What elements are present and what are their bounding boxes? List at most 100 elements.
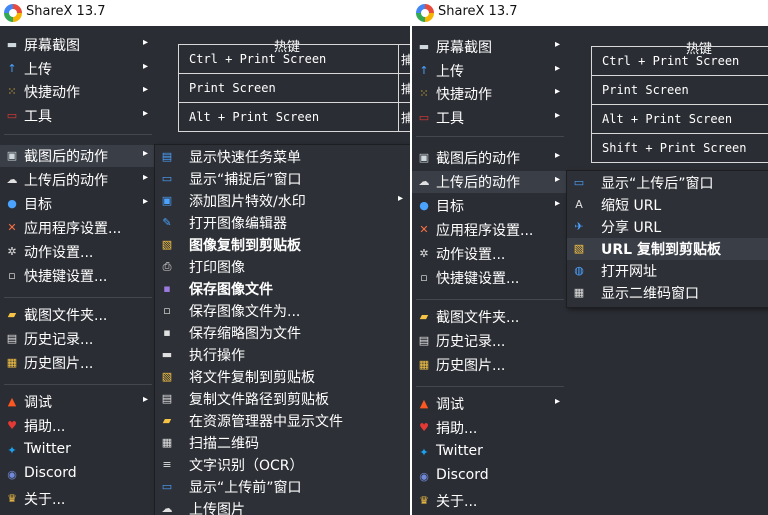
menu-item-label: 历史记录...: [24, 332, 94, 348]
twitter-icon: ✦: [419, 446, 429, 459]
submenu-item[interactable]: ☁ 上传图片: [155, 498, 410, 515]
menu-item-image-action[interactable]: ▣ 截图后的动作 ▸: [412, 147, 568, 169]
chevron-right-icon: ▸: [143, 37, 149, 48]
menu-item-crown[interactable]: ♛ 关于...: [0, 488, 156, 510]
menu-item-label: 上传: [24, 62, 52, 78]
menu-item-folder[interactable]: ▰ 截图文件夹...: [0, 304, 156, 326]
submenu-item[interactable]: ▪ 保存图像文件: [155, 278, 410, 300]
menu-item-history[interactable]: ▤ 历史记录...: [412, 330, 568, 352]
menu-item-target-person[interactable]: ● 目标 ▸: [412, 195, 568, 217]
menu-item-cloud-upload[interactable]: ☁ 上传后的动作 ▸: [0, 169, 156, 191]
submenu-item[interactable]: ▣ 添加图片特效/水印 ▸: [155, 190, 410, 212]
submenu-item[interactable]: ≡ 文字识别（OCR）: [155, 454, 410, 476]
submenu-item[interactable]: ✈ 分享 URL: [567, 216, 768, 238]
menu-item-toolbox[interactable]: ▭ 工具 ▸: [412, 107, 568, 129]
submenu-item[interactable]: ▦ 扫描二维码: [155, 432, 410, 454]
menu-item-label: Discord: [436, 467, 489, 483]
menu-item-label: 执行操作: [189, 348, 245, 364]
menu-item-image-history[interactable]: ▦ 历史图片...: [0, 352, 156, 374]
menu-item-heart[interactable]: ♥ 捐助...: [0, 415, 156, 437]
menu-item-monitor[interactable]: ▬ 屏幕截图 ▸: [0, 34, 156, 56]
hotkey-row[interactable]: Print Screen捕: [178, 73, 410, 103]
menu-item-gear[interactable]: ✲ 动作设置...: [412, 243, 568, 265]
submenu-item[interactable]: ▤ 复制文件路径到剪贴板: [155, 388, 410, 410]
heart-icon: ♥: [419, 421, 429, 434]
submenu-item[interactable]: ▦ 显示二维码窗口: [567, 282, 768, 304]
menu-item-twitter[interactable]: ✦ Twitter: [412, 442, 568, 464]
title-bar: ShareX 13.7: [412, 0, 768, 26]
menu-item-folder[interactable]: ▰ 截图文件夹...: [412, 306, 568, 328]
hotkey-row[interactable]: Ctrl + Print Screen: [591, 46, 768, 76]
sharex-window-right: ShareX 13.7 热键 Ctrl + Print Screen Print…: [412, 0, 768, 515]
menu-item-wrench-screwdriver[interactable]: ✕ 应用程序设置...: [412, 219, 568, 241]
clipboard-url-icon: ▧: [573, 242, 585, 255]
menu-item-crown[interactable]: ♛ 关于...: [412, 490, 568, 512]
submenu-item[interactable]: ▪ 保存缩略图为文件: [155, 322, 410, 344]
window-icon: ▭: [161, 172, 173, 185]
menu-item-label: 显示“上传前”窗口: [189, 480, 302, 496]
menu-item-discord[interactable]: ◉ Discord: [0, 464, 156, 486]
menu-item-history[interactable]: ▤ 历史记录...: [0, 328, 156, 350]
menu-item-discord[interactable]: ◉ Discord: [412, 466, 568, 488]
hotkey-row[interactable]: Print Screen: [591, 75, 768, 105]
menu-item-grid-dots[interactable]: ⁙ 快捷动作 ▸: [0, 81, 156, 103]
menu-item-target-person[interactable]: ● 目标 ▸: [0, 193, 156, 215]
menu-item-monitor[interactable]: ▬ 屏幕截图 ▸: [412, 36, 568, 58]
chevron-right-icon: ▸: [555, 174, 561, 185]
submenu-item[interactable]: ◍ 打开网址: [567, 260, 768, 282]
submenu-item[interactable]: ▧ 图像复制到剪贴板: [155, 234, 410, 256]
menu-item-cone[interactable]: ▲ 调试 ▸: [0, 391, 156, 413]
menu-item-label: 捐助...: [24, 419, 66, 435]
menu-item-image-history[interactable]: ▦ 历史图片...: [412, 354, 568, 376]
hotkeys-table: Ctrl + Print Screen捕 Print Screen捕 Alt +…: [178, 44, 410, 132]
menu-item-upload-arrow[interactable]: ↑ 上传 ▸: [0, 58, 156, 80]
menu-item-label: 上传图片: [189, 502, 245, 515]
menu-item-twitter[interactable]: ✦ Twitter: [0, 440, 156, 462]
menu-item-heart[interactable]: ♥ 捐助...: [412, 417, 568, 439]
menu-item-label: 快捷键设置...: [436, 271, 520, 287]
submenu-item[interactable]: ▧ URL 复制到剪贴板: [567, 238, 768, 260]
cloud-upload-icon: ☁: [161, 502, 173, 515]
menu-item-wrench-screwdriver[interactable]: ✕ 应用程序设置...: [0, 217, 156, 239]
menu-item-keyboard[interactable]: ▫ 快捷键设置...: [412, 267, 568, 289]
menu-item-label: 显示“上传后”窗口: [601, 176, 714, 192]
submenu-item[interactable]: ▫ 保存图像文件为...: [155, 300, 410, 322]
image-action-icon: ▣: [418, 151, 430, 164]
menu-item-image-action[interactable]: ▣ 截图后的动作 ▸: [0, 145, 156, 167]
hotkey-row[interactable]: Ctrl + Print Screen捕: [178, 44, 410, 74]
menu-item-label: 截图后的动作: [24, 149, 108, 165]
submenu-item[interactable]: ⎙ 打印图像: [155, 256, 410, 278]
hotkey-row[interactable]: Shift + Print Screen: [591, 133, 768, 163]
menu-item-label: 关于...: [24, 492, 66, 508]
terminal-icon: ▬: [161, 348, 173, 361]
menu-item-keyboard[interactable]: ▫ 快捷键设置...: [0, 265, 156, 287]
menu-item-grid-dots[interactable]: ⁙ 快捷动作 ▸: [412, 83, 568, 105]
gear-icon: ✲: [419, 247, 429, 260]
menu-item-cloud-upload[interactable]: ☁ 上传后的动作 ▸: [412, 171, 568, 193]
chevron-right-icon: ▸: [555, 63, 561, 74]
menu-item-label: 关于...: [436, 494, 478, 510]
submenu-item[interactable]: A 缩短 URL: [567, 194, 768, 216]
submenu-item[interactable]: ▧ 将文件复制到剪贴板: [155, 366, 410, 388]
submenu-item[interactable]: ▬ 执行操作: [155, 344, 410, 366]
menu-item-upload-arrow[interactable]: ↑ 上传 ▸: [412, 60, 568, 82]
menu-item-label: 打开图像编辑器: [189, 216, 287, 232]
menu-item-label: 屏幕截图: [24, 38, 80, 54]
submenu-item[interactable]: ✎ 打开图像编辑器: [155, 212, 410, 234]
submenu-item[interactable]: ▤ 显示快速任务菜单: [155, 146, 410, 168]
keyboard-icon: ▫: [8, 269, 16, 282]
chevron-right-icon: ▸: [555, 86, 561, 97]
history-icon: ▤: [418, 334, 430, 347]
hotkey-row[interactable]: Alt + Print Screen: [591, 104, 768, 134]
menu-item-label: 工具: [436, 111, 464, 127]
submenu-item[interactable]: ▭ 显示“捕捉后”窗口: [155, 168, 410, 190]
menu-item-cone[interactable]: ▲ 调试 ▸: [412, 393, 568, 415]
submenu-item[interactable]: ▭ 显示“上传前”窗口: [155, 476, 410, 498]
menu-item-toolbox[interactable]: ▭ 工具 ▸: [0, 105, 156, 127]
cone-icon: ▲: [419, 397, 429, 410]
submenu-item[interactable]: ▭ 显示“上传后”窗口: [567, 172, 768, 194]
hotkey-row[interactable]: Alt + Print Screen捕: [178, 102, 410, 132]
submenu-item[interactable]: ▰ 在资源管理器中显示文件: [155, 410, 410, 432]
menu-item-gear[interactable]: ✲ 动作设置...: [0, 241, 156, 263]
hotkey-action: 捕: [398, 73, 410, 103]
